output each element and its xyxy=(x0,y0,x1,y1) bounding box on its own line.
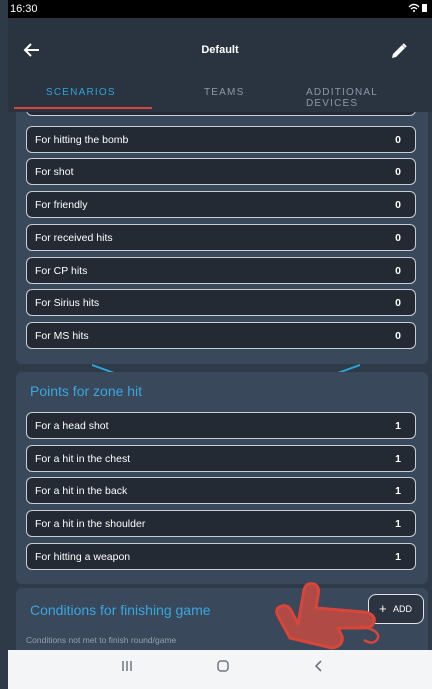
row-label: For shot xyxy=(35,166,74,178)
tab-bar: SCENARIOS TEAMS ADDITIONAL DEVICES xyxy=(8,72,432,112)
status-time: 16:30 xyxy=(10,3,38,15)
hits-points-card: For hitting the bomb 0 For shot 0 For fr… xyxy=(16,112,428,364)
zone-hit-card: Points for zone hit For a head shot 1 Fo… xyxy=(16,372,428,584)
points-row[interactable]: For shot 0 xyxy=(26,158,416,185)
tab-teams[interactable]: TEAMS xyxy=(204,87,244,98)
points-row[interactable]: For CP hits 0 xyxy=(26,257,416,284)
app-screen: 16:30 Default SCENARIOS TEAMS ADDITIONAL… xyxy=(8,0,432,689)
zone-points-row[interactable]: For hitting a weapon 1 xyxy=(26,543,416,570)
points-row[interactable]: For received hits 0 xyxy=(26,224,416,251)
zone-points-row[interactable]: For a hit in the chest 1 xyxy=(26,445,416,472)
row-label: For a hit in the chest xyxy=(35,453,131,465)
recents-icon[interactable] xyxy=(116,659,138,679)
system-nav-bar xyxy=(8,650,432,689)
section-title: Points for zone hit xyxy=(30,383,143,399)
tab-scenarios[interactable]: SCENARIOS xyxy=(46,87,116,98)
row-label: For received hits xyxy=(35,232,113,244)
row-label: For a hit in the back xyxy=(35,485,128,497)
row-label: For hitting a weapon xyxy=(35,551,131,563)
zone-points-row[interactable]: For a hit in the shoulder 1 xyxy=(26,510,416,537)
status-bar: 16:30 xyxy=(8,0,432,18)
points-row[interactable]: For MS hits 0 xyxy=(26,322,416,349)
row-value: 1 xyxy=(395,420,401,432)
row-value: 1 xyxy=(395,518,401,530)
zone-points-row[interactable]: For a head shot 1 xyxy=(26,412,416,439)
points-row[interactable]: For hitting the bomb 0 xyxy=(26,126,416,153)
list-row-partial xyxy=(26,112,416,116)
app-bar: Default SCENARIOS TEAMS ADDITIONAL DEVIC… xyxy=(8,18,432,112)
points-row[interactable]: For friendly 0 xyxy=(26,191,416,218)
row-label: For MS hits xyxy=(35,330,89,342)
page-title: Default xyxy=(201,44,239,56)
row-label: For hitting the bomb xyxy=(35,134,129,146)
conditions-note: Conditions not met to finish round/game xyxy=(26,635,177,645)
row-label: For CP hits xyxy=(35,265,88,277)
row-label: For friendly xyxy=(35,199,88,211)
row-value: 0 xyxy=(395,134,401,146)
row-value: 1 xyxy=(395,485,401,497)
row-value: 1 xyxy=(395,453,401,465)
row-value: 0 xyxy=(395,265,401,277)
row-value: 1 xyxy=(395,551,401,563)
section-title: Conditions for finishing game xyxy=(30,602,211,618)
row-value: 0 xyxy=(395,330,401,342)
row-value: 0 xyxy=(395,297,401,309)
row-label: For Sirius hits xyxy=(35,297,100,309)
hand-pointer-icon xyxy=(275,582,380,650)
row-label: For a hit in the shoulder xyxy=(35,518,146,530)
active-tab-indicator xyxy=(14,107,152,109)
points-row[interactable]: For Sirius hits 0 xyxy=(26,289,416,316)
add-button-label: ADD xyxy=(393,604,413,614)
row-label: For a head shot xyxy=(35,420,109,432)
chevron-left-icon[interactable] xyxy=(308,659,330,679)
edit-pencil-icon[interactable] xyxy=(390,42,408,60)
tab-additional-devices[interactable]: ADDITIONAL DEVICES xyxy=(306,87,432,109)
row-value: 0 xyxy=(395,232,401,244)
zone-points-row[interactable]: For a hit in the back 1 xyxy=(26,477,416,504)
row-value: 0 xyxy=(395,199,401,211)
row-value: 0 xyxy=(395,166,401,178)
scenario-settings-scroll[interactable]: For hitting the bomb 0 For shot 0 For fr… xyxy=(8,112,432,650)
home-icon[interactable] xyxy=(212,659,234,679)
wifi-battery-icon xyxy=(408,3,428,16)
